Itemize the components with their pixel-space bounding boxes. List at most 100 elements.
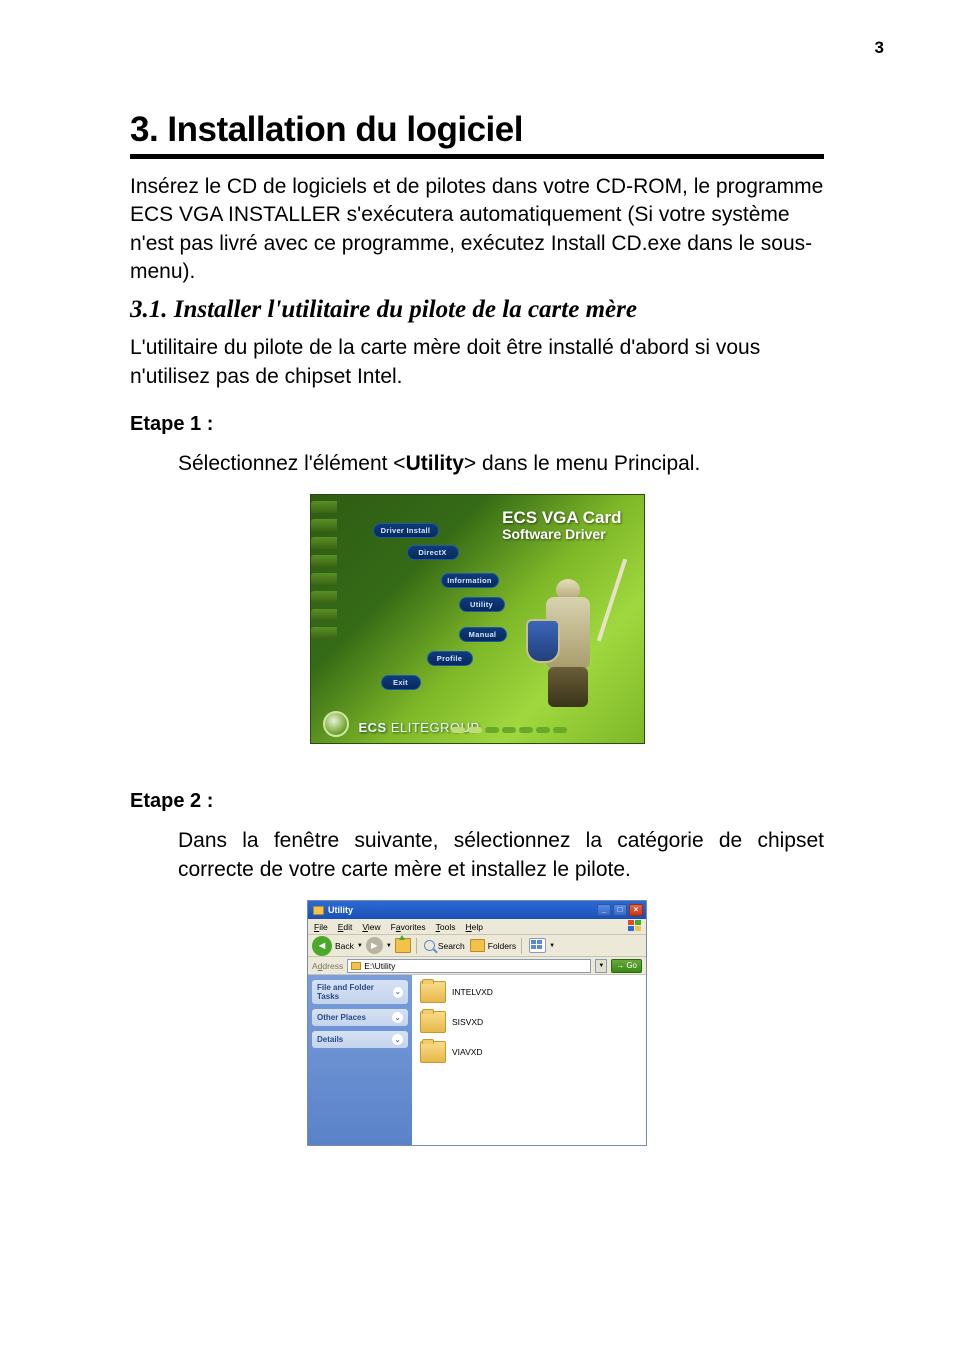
chevron-down-icon: ⌄ (392, 1034, 403, 1045)
side-tab (311, 537, 337, 549)
sidepanel-other-label: Other Places (317, 1013, 366, 1022)
folder-item[interactable]: SISVXD (420, 1011, 638, 1033)
bar (502, 727, 516, 733)
search-icon (424, 940, 435, 951)
brand-ecs: ECS (359, 720, 387, 735)
close-button[interactable]: × (629, 904, 643, 916)
back-label: Back (335, 941, 354, 951)
manual-button[interactable]: Manual (459, 627, 507, 642)
bar (468, 727, 482, 733)
installer-side-tabs (311, 501, 337, 639)
footer-bars (451, 727, 567, 733)
driver-install-button[interactable]: Driver Install (373, 523, 439, 538)
section-title: 3.1. Installer l'utilitaire du pilote de… (130, 296, 824, 324)
installer-title-line1: ECS VGA Card (502, 508, 621, 527)
back-button[interactable]: ◄ (312, 936, 332, 956)
side-tab (311, 519, 337, 531)
folder-icon (313, 906, 324, 915)
search-button[interactable]: Search (438, 941, 465, 951)
go-button[interactable]: → Go (611, 959, 642, 973)
explorer-screenshot: Utility _ □ × File Edit View Favorites T… (307, 900, 647, 1146)
chevron-down-icon: ⌄ (393, 987, 403, 998)
menu-file[interactable]: File (314, 922, 328, 932)
sidepanel-tasks-label: File and Folder Tasks (317, 983, 393, 1001)
address-field[interactable]: E:\Utility (347, 959, 591, 973)
sidepanel-tasks[interactable]: File and Folder Tasks ⌄ (312, 980, 408, 1004)
step1-text: Sélectionnez l'élément <Utility> dans le… (178, 450, 824, 478)
main-title: 3. Installation du logiciel (130, 110, 824, 159)
bar (553, 727, 567, 733)
sidepanel-details-label: Details (317, 1035, 343, 1044)
side-tab (311, 627, 337, 639)
folder-name: INTELVXD (452, 987, 493, 997)
menu-favorites[interactable]: Favorites (391, 922, 426, 932)
chevron-down-icon[interactable]: ▼ (357, 943, 363, 949)
shield-icon (526, 619, 560, 663)
folder-item[interactable]: INTELVXD (420, 981, 638, 1003)
explorer-titlebar: Utility _ □ × (308, 901, 646, 919)
intro-paragraph: Insérez le CD de logiciels et de pilotes… (130, 173, 824, 286)
folders-button[interactable]: Folders (488, 941, 516, 951)
exit-button[interactable]: Exit (381, 675, 421, 690)
address-dropdown[interactable]: ▼ (595, 959, 607, 973)
menu-tools[interactable]: Tools (436, 922, 456, 932)
separator (416, 938, 417, 954)
explorer-menubar: File Edit View Favorites Tools Help (308, 919, 646, 935)
address-value: E:\Utility (364, 961, 395, 971)
directx-button[interactable]: DirectX (407, 545, 459, 560)
side-tab (311, 573, 337, 585)
folder-name: SISVXD (452, 1017, 483, 1027)
step1-post: > dans le menu Principal. (464, 452, 700, 475)
explorer-toolbar: ◄ Back ▼ ► ▼ Search Folders ▼ (308, 935, 646, 957)
step1-label: Etape 1 : (130, 413, 824, 436)
side-tab (311, 591, 337, 603)
view-button[interactable] (529, 938, 546, 953)
menu-view[interactable]: View (362, 922, 380, 932)
bar (519, 727, 533, 733)
chevron-down-icon[interactable]: ▼ (549, 943, 555, 949)
section-intro: L'utilitaire du pilote de la carte mère … (130, 334, 824, 391)
folder-name: VIAVXD (452, 1047, 483, 1057)
sidepanel-other[interactable]: Other Places ⌄ (312, 1009, 408, 1026)
step1-pre: Sélectionnez l'élément < (178, 452, 406, 475)
profile-button[interactable]: Profile (427, 651, 473, 666)
step2-text: Dans la fenêtre suivante, sélectionnez l… (178, 827, 824, 884)
window-title: Utility (328, 905, 353, 915)
separator (521, 938, 522, 954)
installer-screenshot: ECS VGA Card Software Driver Driver Inst… (310, 494, 645, 744)
information-button[interactable]: Information (441, 573, 499, 588)
folder-icon (420, 1041, 446, 1063)
page-number: 3 (875, 38, 884, 58)
disc-icon (323, 711, 349, 737)
page-content: 3. Installation du logiciel Insérez le C… (0, 0, 954, 1146)
side-tab (311, 609, 337, 621)
bar (451, 727, 465, 733)
explorer-sidepanel: File and Folder Tasks ⌄ Other Places ⌄ D… (308, 975, 412, 1145)
installer-title-line2: Software Driver (502, 527, 621, 542)
address-label: Address (312, 961, 343, 971)
sidepanel-details[interactable]: Details ⌄ (312, 1031, 408, 1048)
windows-logo-icon (628, 920, 642, 933)
folders-icon (470, 939, 485, 952)
folder-icon (420, 1011, 446, 1033)
minimize-button[interactable]: _ (597, 904, 611, 916)
forward-button[interactable]: ► (366, 937, 383, 954)
folder-icon (351, 962, 361, 970)
maximize-button[interactable]: □ (613, 904, 627, 916)
chevron-down-icon[interactable]: ▼ (386, 943, 392, 949)
step1-bold: Utility (406, 452, 464, 475)
chevron-down-icon: ⌄ (392, 1012, 403, 1023)
side-tab (311, 555, 337, 567)
explorer-body: File and Folder Tasks ⌄ Other Places ⌄ D… (308, 975, 646, 1145)
menu-help[interactable]: Help (466, 922, 483, 932)
sword-icon (596, 559, 626, 642)
menu-edit[interactable]: Edit (338, 922, 353, 932)
up-folder-button[interactable] (395, 938, 411, 953)
utility-button[interactable]: Utility (459, 597, 505, 612)
go-label: Go (626, 961, 637, 970)
folder-icon (420, 981, 446, 1003)
installer-title: ECS VGA Card Software Driver (502, 509, 621, 542)
folder-item[interactable]: VIAVXD (420, 1041, 638, 1063)
knight-illustration (518, 549, 618, 719)
side-tab (311, 501, 337, 513)
